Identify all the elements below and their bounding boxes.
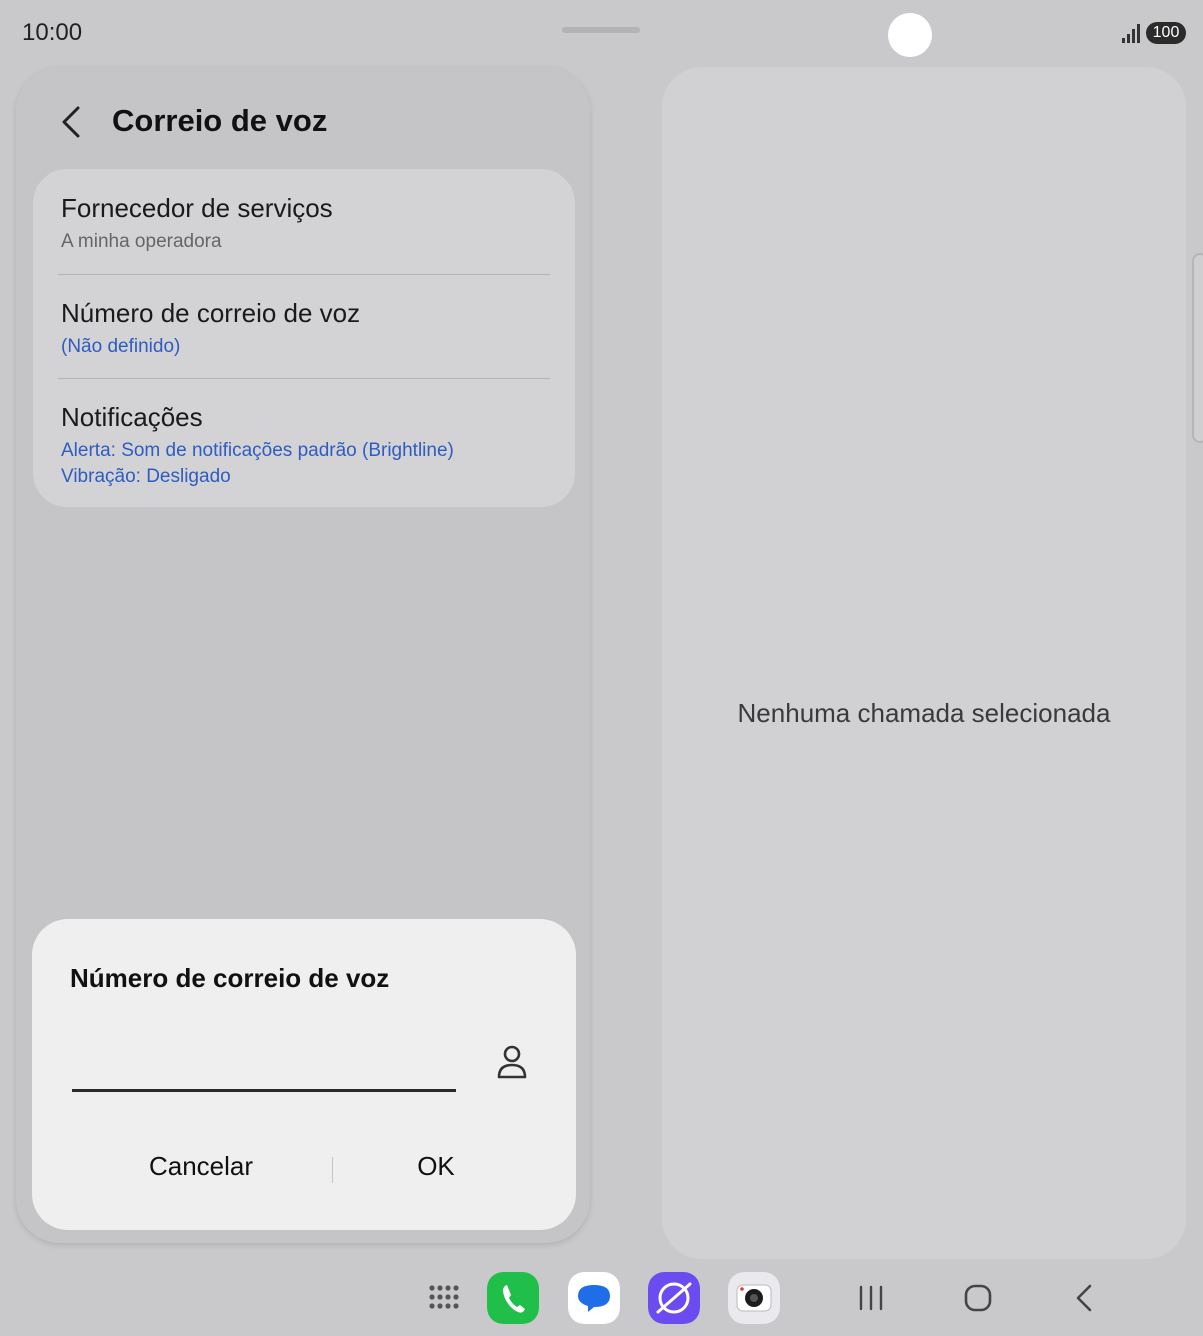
cancel-button[interactable]: Cancelar	[81, 1151, 321, 1182]
setting-title: Fornecedor de serviços	[61, 193, 333, 223]
status-time: 10:00	[22, 19, 83, 46]
setting-title: Número de correio de voz	[61, 298, 361, 328]
divider	[58, 274, 550, 275]
ok-button[interactable]: OK	[316, 1151, 556, 1182]
setting-subtitle-alert: Alerta: Som de notificações padrão (Brig…	[61, 440, 454, 461]
page-title: Correio de voz	[112, 103, 328, 138]
home-icon[interactable]	[960, 1280, 996, 1316]
camera-app-icon[interactable]	[728, 1272, 780, 1324]
setting-subtitle: A minha operadora	[61, 231, 222, 252]
recents-icon[interactable]	[853, 1280, 889, 1316]
setting-subtitle: (Não definido)	[61, 336, 181, 357]
voicemail-number-dialog: Número de correio de voz Cancelar OK	[32, 919, 576, 1230]
voicemail-number-input[interactable]	[72, 1039, 456, 1092]
back-button[interactable]	[50, 100, 94, 144]
side-panel-handle[interactable]	[1192, 253, 1203, 443]
contact-picker-icon[interactable]	[491, 1041, 533, 1083]
call-detail-pane: Nenhuma chamada selecionada	[662, 67, 1186, 1259]
setting-subtitle-vibration: Vibração: Desligado	[61, 466, 231, 487]
messages-app-icon[interactable]	[568, 1272, 620, 1324]
divider	[58, 378, 550, 379]
dialog-title: Número de correio de voz	[70, 963, 390, 993]
apps-grid-icon[interactable]	[418, 1272, 470, 1324]
internet-app-icon[interactable]	[648, 1272, 700, 1324]
phone-app-icon[interactable]	[487, 1272, 539, 1324]
setting-title: Notificações	[61, 402, 203, 432]
camera-cutout	[888, 13, 932, 57]
battery-icon: 100	[1146, 22, 1186, 44]
window-drag-handle[interactable]	[562, 27, 640, 33]
back-nav-icon[interactable]	[1067, 1280, 1103, 1316]
empty-state-message: Nenhuma chamada selecionada	[737, 698, 1111, 728]
signal-icon	[1122, 24, 1140, 43]
